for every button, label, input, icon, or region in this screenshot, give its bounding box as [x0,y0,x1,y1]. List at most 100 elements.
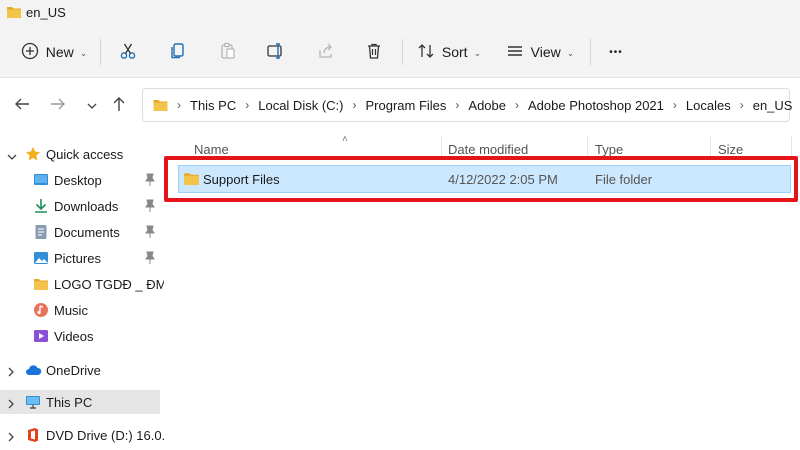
breadcrumb-adobe[interactable]: Adobe [468,98,506,113]
music-icon [33,302,49,318]
recent-locations-button[interactable] [80,91,104,119]
nav-dvd-drive[interactable]: DVD Drive (D:) 16.0.1 [0,423,172,447]
nav-item-music[interactable]: Music [0,298,160,322]
star-icon [25,146,41,162]
folder-icon [152,98,169,112]
breadcrumb-chevron-icon: › [245,98,250,112]
cut-button[interactable] [114,26,142,78]
column-divider[interactable] [791,136,792,160]
column-divider[interactable] [441,136,442,160]
share-button[interactable] [312,26,340,78]
pin-icon[interactable] [144,225,156,242]
breadcrumb-chevron-icon: › [352,98,357,112]
chevron-down-icon [7,149,17,164]
nav-item-videos[interactable]: Videos [0,324,160,348]
more-options-icon: ••• [609,46,623,58]
breadcrumb-chevron-icon: › [672,98,677,112]
nav-quick-access[interactable]: Quick access [0,142,160,166]
column-divider[interactable] [710,136,711,160]
nav-item-label: Videos [54,328,94,344]
toolbar-divider [100,39,101,65]
address-bar[interactable]: › This PC › Local Disk (C:) › Program Fi… [142,88,793,122]
sort-label: Sort [441,44,468,60]
rename-icon [266,42,286,63]
view-button[interactable]: View ⌄ [502,26,578,78]
breadcrumb-chevron-icon: › [177,98,181,112]
nav-item-desktop[interactable]: Desktop [0,168,160,192]
toolbar-divider [590,39,591,65]
pin-icon[interactable] [144,199,156,216]
command-bar: New ⌄ Sort ⌄ View ⌄ ••• [0,26,800,78]
file-list: Name ˄ Date modified Type Size Support F… [164,132,800,450]
rename-button[interactable] [262,26,290,78]
pictures-icon [33,250,49,266]
nav-item-logo-folder[interactable]: LOGO TGDĐ _ ĐMX [0,272,175,296]
nav-item-label: Pictures [54,250,101,266]
arrow-up-icon [112,96,126,115]
more-options-button[interactable]: ••• [602,26,630,78]
nav-item-documents[interactable]: Documents [0,220,160,244]
nav-item-label: Documents [54,224,120,240]
pin-icon[interactable] [144,173,156,190]
arrow-right-icon [50,97,66,114]
nav-item-label: LOGO TGDĐ _ ĐMX [54,276,176,292]
chevron-right-icon [7,365,15,380]
breadcrumb-program-files[interactable]: Program Files [365,98,446,113]
back-button[interactable] [10,91,34,119]
paste-icon [219,42,237,63]
breadcrumb-photoshop[interactable]: Adobe Photoshop 2021 [528,98,664,113]
chevron-down-icon: ⌄ [473,47,482,58]
column-divider[interactable] [587,136,588,160]
nav-item-downloads[interactable]: Downloads [0,194,160,218]
sort-button[interactable]: Sort ⌄ [414,26,484,78]
chevron-down-icon: ⌄ [566,47,575,58]
nav-onedrive-label: OneDrive [46,362,101,378]
column-header-name[interactable]: Name ˄ [194,134,442,162]
delete-button[interactable] [360,26,388,78]
nav-this-pc-label: This PC [46,394,93,410]
column-size-label: Size [718,141,744,157]
chevron-down-icon [87,98,97,113]
folder-icon [6,5,22,22]
up-button[interactable] [107,91,131,119]
view-label: View [530,44,561,60]
table-row[interactable]: Support Files 4/12/2022 2:05 PM File fol… [178,165,791,193]
nav-item-pictures[interactable]: Pictures [0,246,160,270]
breadcrumb-locales[interactable]: Locales [686,98,731,113]
title-bar: en_US [0,0,800,26]
column-date-label: Date modified [448,141,529,157]
navigation-pane: Quick access Desktop Downloads Documents [0,132,175,450]
nav-onedrive[interactable]: OneDrive [0,358,160,382]
copy-button[interactable] [164,26,192,78]
pin-icon[interactable] [144,251,156,268]
sort-icon [417,42,435,63]
nav-item-label: Music [54,302,88,318]
toolbar-divider [402,39,403,65]
column-name-label: Name [194,141,229,157]
document-icon [33,224,49,240]
new-label: New [45,44,74,60]
column-header-type[interactable]: Type [595,136,711,162]
video-icon [33,328,49,344]
breadcrumb-en-us[interactable]: en_US [753,98,793,113]
window-title: en_US [26,5,66,20]
share-icon [317,42,335,63]
file-name: Support Files [203,172,280,187]
breadcrumb-chevron-icon: › [739,98,744,112]
sort-ascending-icon: ˄ [342,134,348,145]
file-type: File folder [595,172,653,187]
forward-button[interactable] [46,91,70,119]
breadcrumb-local-disk[interactable]: Local Disk (C:) [258,98,343,113]
chevron-right-icon [7,430,15,445]
column-header-date[interactable]: Date modified [448,136,588,162]
breadcrumb-this-pc[interactable]: This PC [190,98,236,113]
new-button[interactable]: New ⌄ [18,26,90,78]
nav-this-pc[interactable]: This PC [0,390,160,414]
computer-icon [25,394,41,410]
paste-button[interactable] [214,26,242,78]
column-header-size[interactable]: Size [718,136,788,162]
download-icon [33,198,49,214]
folder-icon [33,276,49,292]
trash-icon [365,42,383,63]
address-row: › This PC › Local Disk (C:) › Program Fi… [0,78,800,132]
